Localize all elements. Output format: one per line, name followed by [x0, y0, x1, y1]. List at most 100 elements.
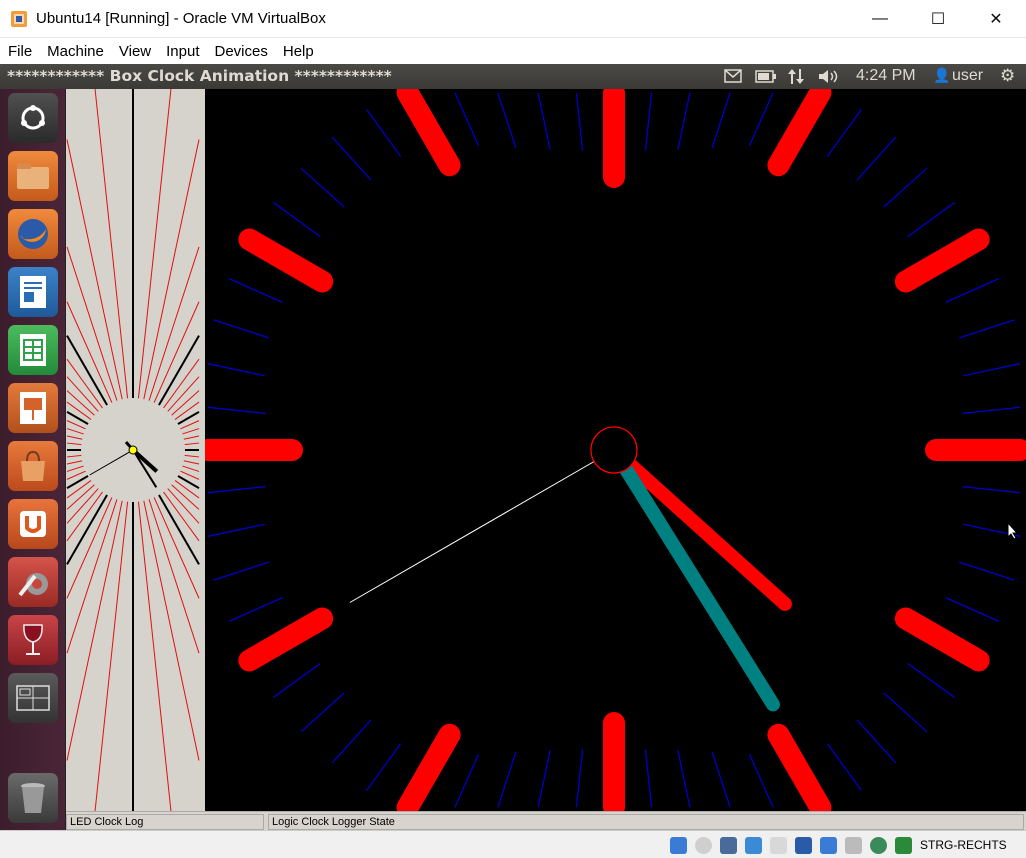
battery-icon[interactable]: [755, 70, 777, 83]
minute-tick: [826, 743, 862, 791]
optical-drive-icon[interactable]: [695, 837, 712, 854]
hour-marker: [238, 607, 334, 672]
minute-tick: [366, 109, 402, 157]
minute-tick: [677, 92, 691, 150]
minute-tick: [644, 92, 653, 151]
minute-tick: [856, 719, 897, 764]
audio-icon[interactable]: [720, 837, 737, 854]
calc-icon[interactable]: [8, 325, 58, 375]
small-hour-ray: [66, 491, 110, 565]
minute-tick: [945, 597, 999, 622]
analog-clock-canvas: [197, 81, 1026, 819]
window-title: Ubuntu14 [Running] - Oracle VM VirtualBo…: [36, 10, 326, 27]
small-minute-ray: [137, 497, 172, 812]
clock-center-ring: [590, 426, 638, 474]
minute-tick: [748, 92, 774, 146]
settings-gear-icon[interactable]: ⚙: [1000, 66, 1015, 86]
app-window-title: ************ Box Clock Animation *******…: [7, 67, 392, 85]
hour-marker: [767, 723, 832, 819]
small-minute-ray: [94, 88, 129, 403]
virtualbox-icon: [11, 11, 27, 27]
firefox-icon[interactable]: [8, 209, 58, 259]
minute-tick: [497, 751, 517, 808]
analog-clock-panel: [197, 81, 1026, 819]
minute-tick: [963, 363, 1021, 377]
usb-icon[interactable]: [745, 837, 762, 854]
writer-icon[interactable]: [8, 267, 58, 317]
network-icon[interactable]: [820, 837, 837, 854]
workspace-switcher-icon[interactable]: [8, 673, 58, 723]
minute-tick: [883, 692, 928, 733]
small-minute-ray: [137, 88, 172, 403]
hour-marker: [894, 228, 990, 293]
minute-tick: [331, 136, 372, 181]
menu-devices[interactable]: Devices: [215, 43, 268, 60]
host-key-label: STRG-RECHTS: [920, 838, 1007, 852]
menu-machine[interactable]: Machine: [47, 43, 104, 60]
host-key-arrow-icon[interactable]: [895, 837, 912, 854]
minute-tick: [711, 92, 731, 149]
minute-tick: [575, 749, 584, 808]
minute-tick: [537, 92, 551, 150]
minute-tick: [366, 743, 402, 791]
minute-tick: [300, 167, 345, 208]
network-arrows-icon[interactable]: [787, 68, 805, 85]
minute-tick: [207, 363, 265, 377]
files-icon[interactable]: [8, 151, 58, 201]
second-hand: [349, 449, 615, 603]
system-settings-icon[interactable]: [8, 557, 58, 607]
hour-marker: [396, 81, 461, 177]
ubuntu-top-panel: ************ Box Clock Animation *******…: [0, 64, 1026, 89]
speaker-icon[interactable]: [818, 69, 840, 84]
globe-icon[interactable]: [870, 837, 887, 854]
minute-tick: [907, 202, 955, 238]
logic-clock-logger-state: Logic Clock Logger State: [268, 814, 1024, 830]
minute-tick: [213, 561, 269, 581]
hour-marker: [767, 81, 832, 177]
menu-input[interactable]: Input: [166, 43, 199, 60]
impress-icon[interactable]: [8, 383, 58, 433]
hour-marker: [238, 228, 334, 293]
minute-tick: [213, 319, 269, 339]
minute-tick: [537, 750, 551, 808]
ubuntu-one-icon[interactable]: [8, 499, 58, 549]
maximize-button[interactable]: ☐: [909, 0, 967, 38]
panel-clock[interactable]: 4:24 PM: [856, 67, 916, 85]
minute-tick: [229, 278, 283, 303]
minimize-button[interactable]: —: [851, 0, 909, 38]
small-hour-ray: [156, 491, 200, 565]
vbox-statusbar: STRG-RECHTS: [0, 830, 1026, 858]
small-clock-canvas: [66, 88, 200, 812]
hour-marker: [396, 723, 461, 819]
cpu-icon[interactable]: [845, 837, 862, 854]
minute-tick: [644, 749, 653, 808]
minute-tick: [454, 92, 480, 146]
minute-tick: [677, 750, 691, 808]
small-hour-ray: [66, 411, 92, 427]
software-center-icon[interactable]: [8, 441, 58, 491]
display-icon[interactable]: [795, 837, 812, 854]
trash-icon[interactable]: [8, 773, 58, 823]
minute-tick: [300, 692, 345, 733]
close-button[interactable]: ✕: [967, 0, 1025, 38]
menu-help[interactable]: Help: [283, 43, 314, 60]
menu-file[interactable]: File: [8, 43, 32, 60]
minute-tick: [907, 662, 955, 698]
wine-icon[interactable]: [8, 615, 58, 665]
minute-tick: [497, 92, 517, 149]
minute-tick: [962, 406, 1021, 415]
menu-view[interactable]: View: [119, 43, 151, 60]
hard-disk-icon[interactable]: [670, 837, 687, 854]
minute-tick: [207, 406, 266, 415]
mail-icon[interactable]: [724, 69, 742, 83]
minute-tick: [711, 751, 731, 808]
ubuntu-dash-icon[interactable]: [8, 93, 58, 143]
minute-tick: [273, 202, 321, 238]
minute-tick: [959, 561, 1015, 581]
small-minute-ray: [94, 497, 129, 812]
shared-folder-icon[interactable]: [770, 837, 787, 854]
led-clock-log: LED Clock Log: [66, 814, 264, 830]
minute-tick: [229, 597, 283, 622]
user-menu[interactable]: user: [952, 67, 983, 85]
small-hour-ray: [66, 335, 110, 409]
